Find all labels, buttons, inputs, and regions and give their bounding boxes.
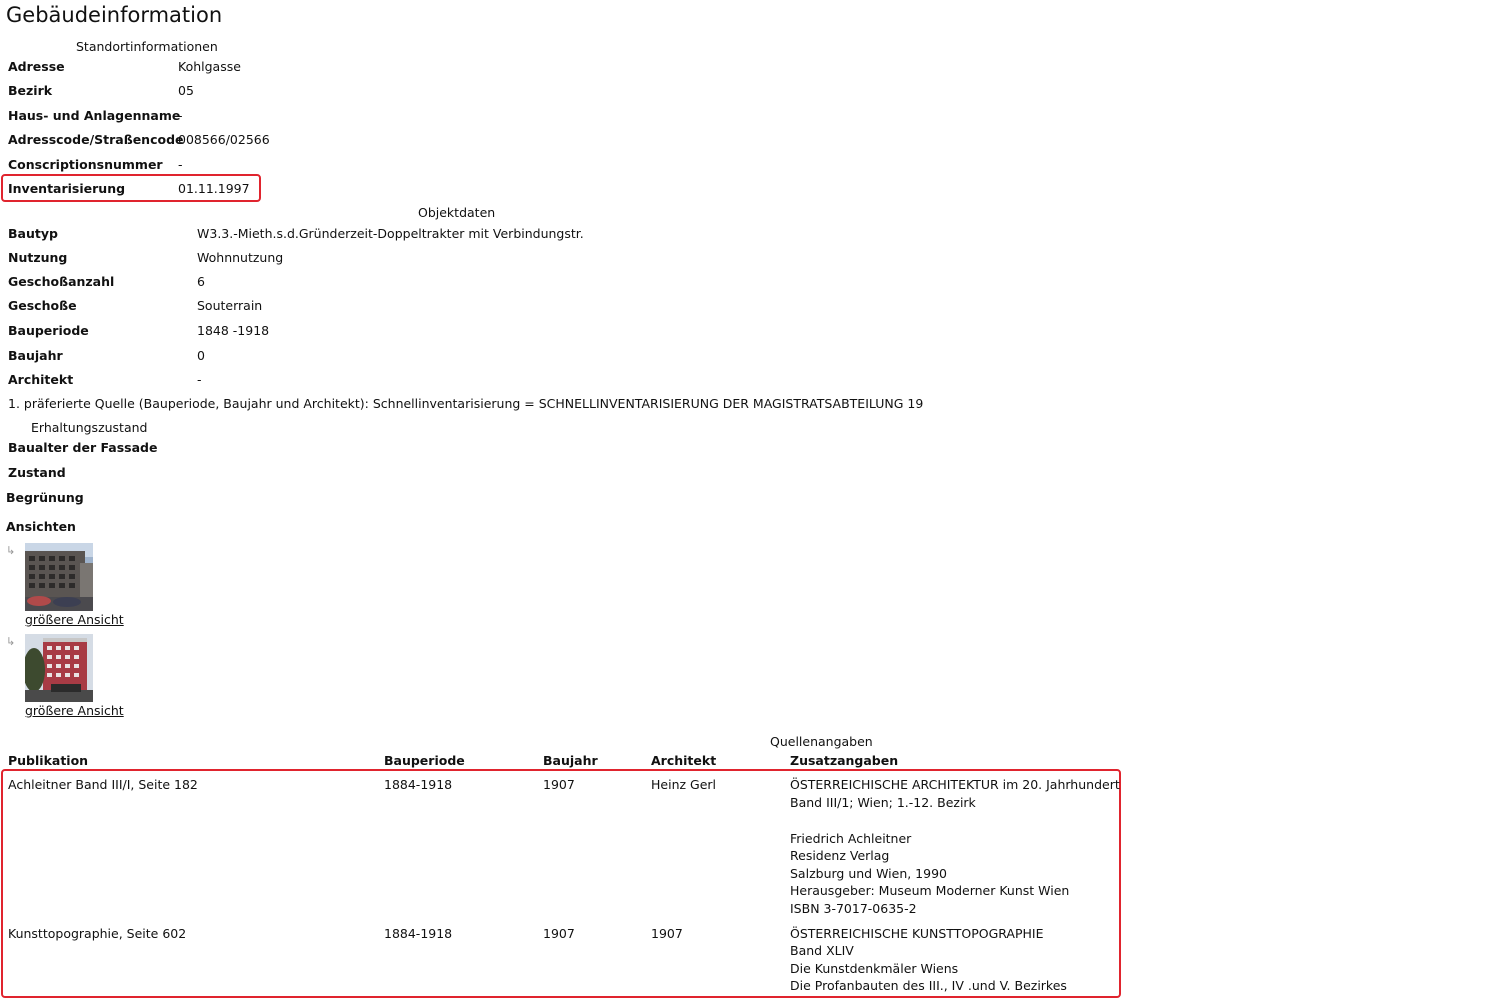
value-baujahr: 0	[197, 348, 205, 363]
label-zustand: Zustand	[8, 465, 66, 480]
groessere-ansicht-link-1[interactable]: größere Ansicht	[25, 612, 124, 627]
table-row-1-zusatz-line: ISBN 3-7017-0635-2	[790, 901, 917, 916]
label-anlagenname: Haus- und Anlagenname	[8, 108, 181, 123]
table-row-2-zusatz-line: Die Kunstdenkmäler Wiens	[790, 961, 959, 976]
value-conscriptionsnummer: -	[178, 157, 183, 172]
value-architekt: -	[197, 372, 202, 387]
table-row-2-zusatz-line: Band XLIV	[790, 943, 854, 958]
header-architekt: Architekt	[651, 753, 717, 768]
value-bautyp: W3.3.-Mieth.s.d.Gründerzeit-Doppeltrakte…	[197, 226, 584, 241]
value-geschosse: Souterrain	[197, 298, 263, 313]
label-architekt: Architekt	[8, 372, 74, 387]
quelle-note: 1. präferierte Quelle (Bauperiode, Bauja…	[8, 396, 924, 411]
table-row-1-zusatz-line: Band III/1; Wien; 1.-12. Bezirk	[790, 795, 976, 810]
building-thumbnail-1[interactable]	[25, 543, 93, 611]
table-row-1-zusatz-line: Friedrich Achleitner	[790, 831, 912, 846]
value-nutzung: Wohnnutzung	[197, 250, 284, 265]
groessere-ansicht-link-2[interactable]: größere Ansicht	[25, 703, 124, 718]
value-baualter-fassade: -	[150, 440, 155, 455]
value-bauperiode: 1848 -1918	[197, 323, 270, 338]
header-baujahr: Baujahr	[543, 753, 598, 768]
label-geschosse: Geschoße	[8, 298, 77, 313]
quellen-caption: Quellenangaben	[770, 734, 873, 749]
table-row-2-bauperiode: 1884-1918	[384, 926, 453, 941]
label-bautyp: Bautyp	[8, 226, 58, 241]
table-row-2-publikation: Kunsttopographie, Seite 602	[8, 926, 187, 941]
label-geschossanzahl: Geschoßanzahl	[8, 274, 115, 289]
standort-caption: Standortinformationen	[76, 39, 218, 54]
table-row-1-bauperiode: 1884-1918	[384, 777, 453, 792]
table-row-1-zusatz-line: Herausgeber: Museum Moderner Kunst Wien	[790, 883, 1070, 898]
objekt-caption: Objektdaten	[418, 205, 496, 220]
value-anlagenname: -	[178, 108, 183, 123]
table-row-1-zusatz-line: ÖSTERREICHISCHE ARCHITEKTUR im 20. Jahrh…	[790, 777, 1120, 792]
label-adresse: Adresse	[8, 59, 65, 74]
label-adresscode: Adresscode/Straßencode	[8, 132, 184, 147]
value-inventarisierung: 01.11.1997	[178, 181, 250, 196]
table-row-2-zusatz-line: ÖSTERREICHISCHE KUNSTTOPOGRAPHIE	[790, 926, 1044, 941]
label-conscriptionsnummer: Conscriptionsnummer	[8, 157, 163, 172]
arrow-icon: ↳	[6, 544, 16, 557]
erhaltung-caption: Erhaltungszustand	[31, 420, 148, 435]
label-bezirk: Bezirk	[8, 83, 53, 98]
label-inventarisierung: Inventarisierung	[8, 181, 126, 196]
table-row-1-baujahr: 1907	[543, 777, 575, 792]
label-baujahr: Baujahr	[8, 348, 63, 363]
arrow-icon: ↳	[6, 635, 16, 648]
label-bauperiode: Bauperiode	[8, 323, 89, 338]
label-nutzung: Nutzung	[8, 250, 68, 265]
value-geschossanzahl: 6	[197, 274, 205, 289]
table-row-1-zusatz-line: Residenz Verlag	[790, 848, 890, 863]
ansichten-heading: Ansichten	[6, 519, 76, 534]
value-bezirk: 05	[178, 83, 194, 98]
table-row-1-architekt: Heinz Gerl	[651, 777, 717, 792]
table-row-2-architekt: 1907	[651, 926, 683, 941]
value-adresscode: 008566/02566	[178, 132, 270, 147]
table-row-2-baujahr: 1907	[543, 926, 575, 941]
header-publikation: Publikation	[8, 753, 89, 768]
table-row-1-publikation: Achleitner Band III/I, Seite 182	[8, 777, 198, 792]
building-thumbnail-2[interactable]	[25, 634, 93, 702]
header-bauperiode: Bauperiode	[384, 753, 465, 768]
value-adresse: Kohlgasse	[178, 59, 241, 74]
label-begruenung: Begrünung	[6, 490, 84, 505]
table-row-1-zusatz-line: Salzburg und Wien, 1990	[790, 866, 947, 881]
label-baualter-fassade: Baualter der Fassade	[8, 440, 158, 455]
header-zusatzangaben: Zusatzangaben	[790, 753, 899, 768]
page-title: Gebäudeinformation	[6, 3, 223, 27]
table-row-2-zusatz-line: Die Profanbauten des III., IV .und V. Be…	[790, 978, 1067, 993]
